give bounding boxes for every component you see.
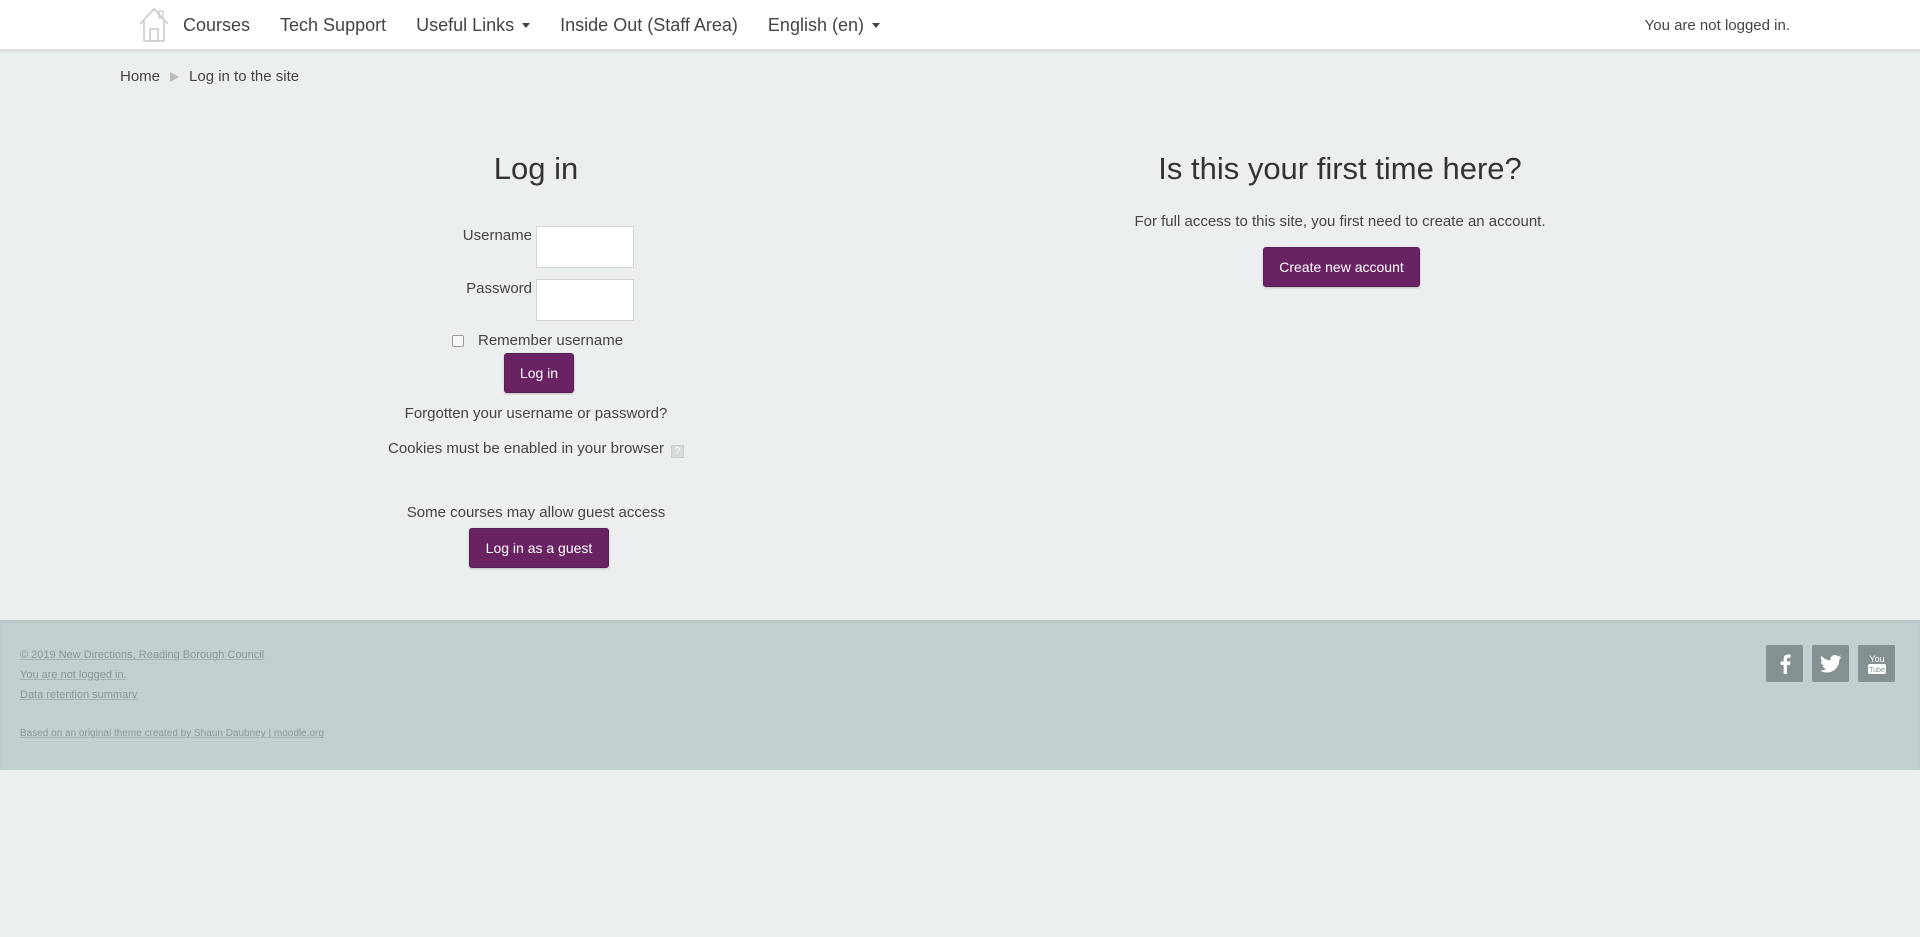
youtube-icon[interactable]: You Tube (1858, 645, 1895, 682)
footer-credit: Based on an original theme created by Sh… (20, 728, 324, 739)
data-retention-link[interactable]: Data retention summary (20, 689, 137, 701)
nav-item-label: Useful Links (416, 14, 515, 35)
cookies-text: Cookies must be enabled in your browser (388, 440, 664, 457)
nav-item-label: Inside Out (Staff Area) (560, 14, 738, 35)
footer-credit-text: Based on an original theme created by Sh… (20, 728, 272, 739)
username-input[interactable] (536, 226, 634, 268)
facebook-icon[interactable] (1766, 645, 1803, 682)
footer: © 2019 New Directions, Reading Borough C… (0, 620, 1920, 770)
signup-text: For full access to this site, you first … (1134, 213, 1546, 230)
nav-item-label: Tech Support (280, 14, 387, 35)
remember-username-checkbox[interactable] (452, 334, 464, 347)
top-navbar: Courses Tech Support Useful Links Inside… (0, 0, 1920, 50)
nav-item-tech-support[interactable]: Tech Support (280, 15, 386, 36)
nav-item-inside-out[interactable]: Inside Out (Staff Area) (560, 15, 738, 36)
guest-login-button[interactable]: Log in as a guest (469, 528, 609, 568)
nav-menu: Courses Tech Support Useful Links Inside… (183, 0, 910, 50)
nav-item-language[interactable]: English (en) (768, 15, 880, 36)
footer-copyright: © 2019 New Directions, Reading Borough C… (20, 649, 265, 661)
help-icon[interactable]: ? (670, 445, 684, 458)
login-title: Log in (493, 151, 579, 186)
footer-login-status: You are not logged in. (20, 669, 127, 681)
guest-access-text: Some courses may allow guest access (406, 504, 666, 521)
twitter-icon[interactable] (1812, 645, 1849, 682)
forgot-password-link[interactable]: Forgotten your username or password? (336, 405, 736, 422)
login-button[interactable]: Log in (504, 353, 574, 393)
nav-item-courses[interactable]: Courses (183, 15, 250, 36)
signup-title: Is this your first time here? (1158, 151, 1522, 186)
caret-down-icon (522, 22, 531, 28)
breadcrumb: Home Log in to the site (120, 68, 299, 85)
moodle-link[interactable]: moodle.org (274, 728, 324, 739)
password-label: Password (466, 280, 532, 297)
svg-text:You: You (1869, 654, 1884, 664)
cookies-notice: Cookies must be enabled in your browser? (336, 440, 736, 458)
breadcrumb-current[interactable]: Log in to the site (189, 68, 299, 85)
nav-item-label: Courses (183, 14, 251, 35)
remember-username-label: Remember username (478, 332, 624, 349)
caret-down-icon (871, 22, 880, 28)
home-icon[interactable] (137, 5, 171, 43)
nav-item-useful-links[interactable]: Useful Links (416, 14, 531, 36)
breadcrumb-separator-icon (170, 71, 180, 82)
remember-username[interactable]: Remember username (452, 332, 623, 349)
nav-item-label: English (en) (767, 14, 864, 35)
svg-text:Tube: Tube (1869, 667, 1885, 674)
password-input[interactable] (536, 279, 634, 321)
breadcrumb-home[interactable]: Home (120, 68, 160, 85)
login-status: You are not logged in. (1644, 16, 1790, 34)
create-account-button[interactable]: Create new account (1263, 247, 1420, 287)
username-label: Username (462, 227, 532, 244)
